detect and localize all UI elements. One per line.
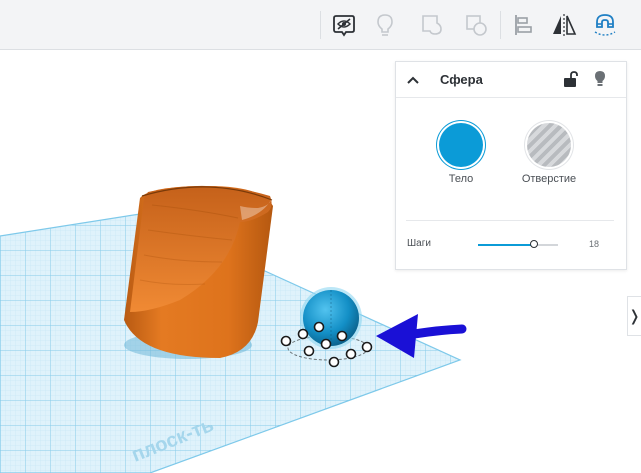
mirror-icon[interactable] [548,9,580,41]
shape-inspector-panel: Сфера Тело Отверстие Шаги 18 [395,61,627,270]
steps-slider-fill [478,244,534,246]
hole-option-button[interactable] [527,123,571,167]
solid-option-label: Тело [448,173,474,185]
shape-title: Сфера [440,72,483,87]
cylinder-shape[interactable] [124,185,273,359]
steps-slider[interactable] [478,240,558,248]
chevron-right-icon: ❭ [628,308,641,325]
hole-option-label: Отверстие [521,173,577,185]
panel-header: Сфера [396,62,626,98]
steps-label: Шаги [407,238,431,249]
ungroup-icon[interactable] [460,9,492,41]
collapse-chevron-icon[interactable] [405,72,421,88]
steps-value: 18 [589,239,600,249]
lightbulb-icon[interactable] [369,9,401,41]
toolbar-separator [500,11,501,39]
side-panel-toggle[interactable]: ❭ [627,296,641,336]
panel-divider [406,220,614,221]
show-all-icon[interactable] [328,9,360,41]
toolbar-separator [320,11,321,39]
top-toolbar [0,0,641,50]
align-icon[interactable] [506,9,538,41]
group-icon[interactable] [416,9,448,41]
cruise-magnet-icon[interactable] [589,9,621,41]
solid-option-button[interactable] [439,123,483,167]
lightbulb-icon[interactable] [592,69,608,89]
lock-open-icon[interactable] [562,70,578,88]
steps-slider-thumb[interactable] [530,240,538,248]
